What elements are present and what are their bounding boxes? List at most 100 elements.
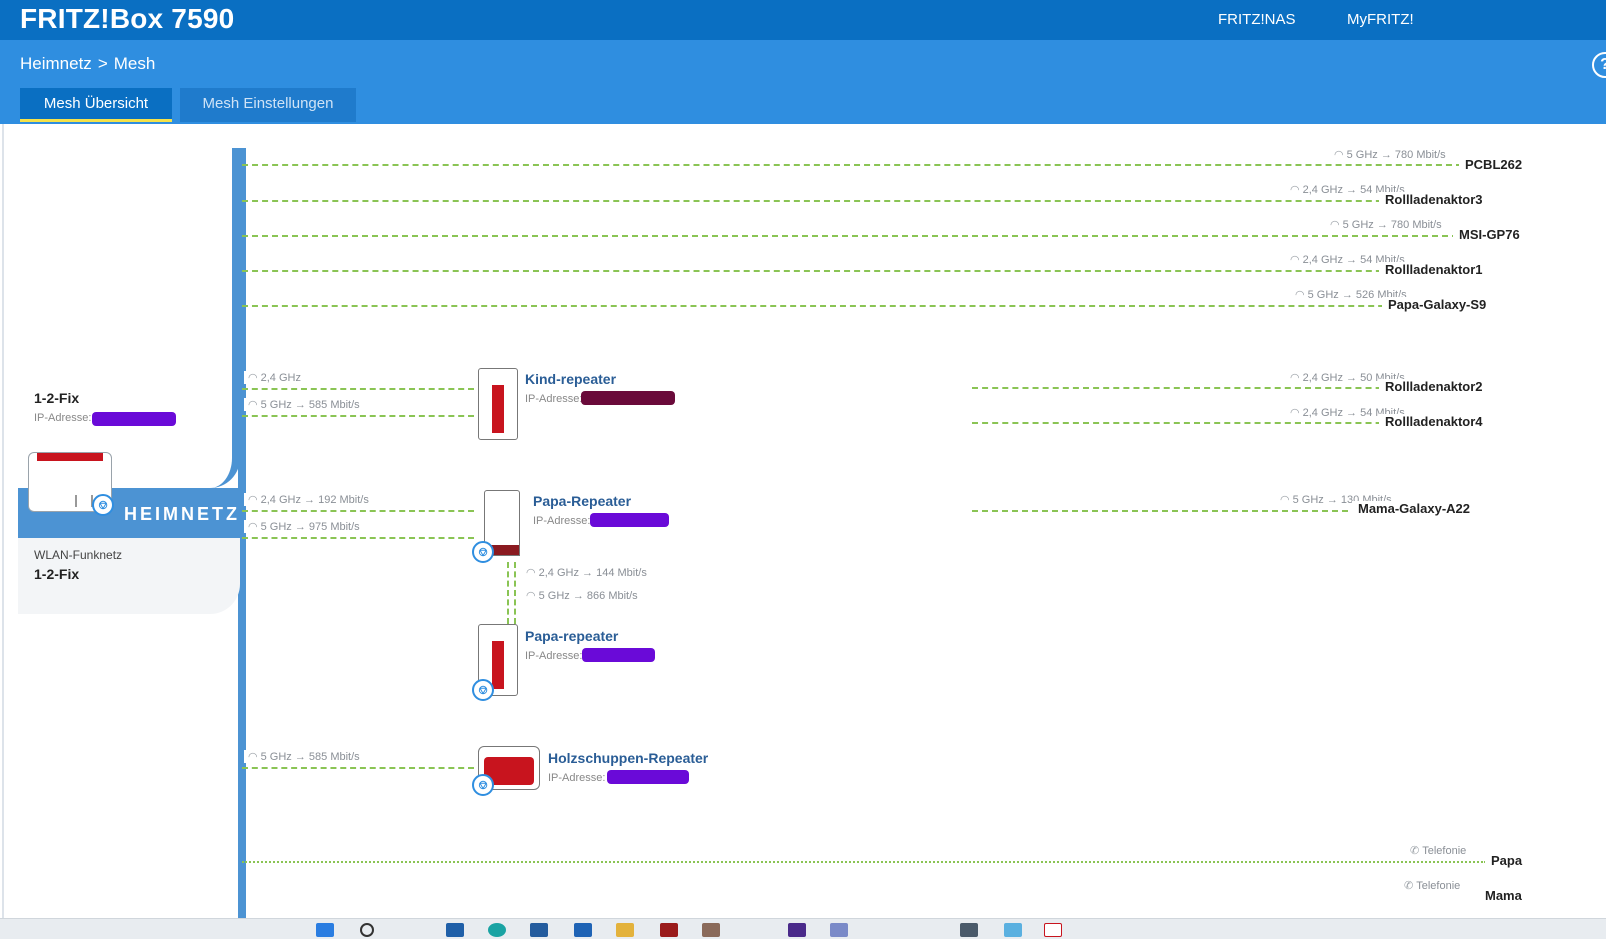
breadcrumb-heimnetz[interactable]: Heimnetz (20, 54, 92, 73)
phone-papa[interactable]: Papa (1485, 853, 1523, 868)
edge-icon[interactable] (488, 923, 506, 937)
uplink-speed: ◠ 5 GHz → 975 Mbit/s (244, 520, 364, 533)
wifi-icon: ◠ (526, 590, 536, 602)
outlook-icon[interactable] (574, 923, 592, 937)
client-msi-gp76[interactable]: MSI-GP76 (1453, 227, 1520, 242)
app-icon[interactable] (830, 923, 848, 937)
repeater-ip-label: IP-Adresse: (525, 393, 583, 405)
link-line (242, 235, 1458, 237)
repeater-papa2-name[interactable]: Papa-repeater (525, 628, 618, 644)
wifi-icon: ◠ (1330, 219, 1340, 231)
repeater-red-panel (492, 385, 504, 433)
wlan-label: WLAN-Funknetz (34, 548, 123, 562)
wifi-icon: ◠ (248, 399, 258, 411)
uplink-speed: ◠ 2,4 GHz → 144 Mbit/s (522, 566, 651, 579)
folder-icon[interactable] (616, 923, 634, 937)
taskview-icon[interactable] (446, 923, 464, 937)
myfritz-link[interactable]: MyFRITZ! (1347, 11, 1414, 28)
app-icon[interactable] (960, 923, 978, 937)
app-icon[interactable] (788, 923, 806, 937)
phone-icon: ✆ (1404, 880, 1414, 892)
wifi-icon: ◠ (1295, 289, 1305, 301)
link-line (242, 164, 1462, 166)
phone-icon: ✆ (1410, 845, 1420, 857)
router-name[interactable]: 1-2-Fix (34, 390, 79, 406)
client-pcbl262[interactable]: PCBL262 (1459, 157, 1523, 172)
phone-mama[interactable]: Mama (1479, 888, 1522, 902)
router-ip-label: IP-Adresse: (34, 412, 92, 424)
page: FRITZ!Box 7590 FRITZ!NAS MyFRITZ! Heimne… (0, 0, 1606, 939)
repeater-ip-label: IP-Adresse: (548, 772, 606, 784)
wifi-icon: ◠ (248, 372, 258, 384)
sub-header: Heimnetz > Mesh ? Mesh Übersicht Mesh Eins… (0, 40, 1606, 124)
link-line (242, 767, 474, 769)
link-line (514, 562, 516, 624)
link-line (242, 305, 1424, 307)
top-bar: FRITZ!Box 7590 FRITZ!NAS MyFRITZ! (0, 0, 1606, 40)
os-taskbar (0, 918, 1606, 939)
link-line (972, 422, 1422, 424)
tab-mesh-einstellungen[interactable]: Mesh Einstellungen (180, 88, 356, 122)
repeater-red-panel (492, 641, 504, 689)
wifi-icon: ◠ (248, 494, 258, 506)
uplink-speed: ◠ 5 GHz → 866 Mbit/s (522, 589, 642, 602)
link-line (972, 387, 1422, 389)
app-icon[interactable] (1044, 923, 1062, 937)
telephony-label: ✆ Telefonie (1406, 844, 1471, 857)
mesh-icon: ⎊ (92, 494, 114, 516)
redacted-ip (607, 770, 689, 784)
search-icon[interactable] (360, 923, 374, 937)
wifi-icon: ◠ (1290, 372, 1300, 384)
client-rollladenaktor4[interactable]: Rollladenaktor4 (1379, 414, 1483, 429)
mesh-icon: ⎊ (472, 541, 494, 563)
telephony-label: ✆ Telefonie (1400, 879, 1465, 892)
wifi-icon: ◠ (526, 567, 536, 579)
breadcrumb: Heimnetz > Mesh (20, 54, 155, 74)
app-icon[interactable] (660, 923, 678, 937)
router-vents (75, 495, 93, 507)
wifi-icon: ◠ (248, 521, 258, 533)
redacted-ip (581, 391, 675, 405)
wifi-icon: ◠ (1290, 407, 1300, 419)
client-rollladenaktor3[interactable]: Rollladenaktor3 (1379, 192, 1483, 207)
chevron-right-icon: > (97, 54, 108, 73)
link-line (242, 270, 1422, 272)
start-icon[interactable] (316, 923, 334, 937)
repeater-holzschuppen-name[interactable]: Holzschuppen-Repeater (548, 750, 708, 766)
help-icon[interactable]: ? (1592, 52, 1606, 78)
client-rollladenaktor2[interactable]: Rollladenaktor2 (1379, 379, 1483, 394)
breadcrumb-mesh: Mesh (113, 54, 156, 73)
app-icon[interactable] (530, 923, 548, 937)
fritz-nas-link[interactable]: FRITZ!NAS (1218, 11, 1296, 28)
router-red-stripe (37, 453, 103, 461)
link-line (972, 510, 1408, 512)
product-title: FRITZ!Box 7590 (20, 3, 235, 34)
mesh-icon: ⎊ (472, 774, 494, 796)
repeater-ip-label: IP-Adresse: (525, 650, 583, 662)
mesh-icon: ⎊ (472, 679, 494, 701)
app-icon[interactable] (1004, 923, 1022, 937)
link-speed: ◠ 5 GHz → 780 Mbit/s (1326, 218, 1446, 231)
link-line (242, 510, 474, 512)
client-mama-galaxy-a22[interactable]: Mama-Galaxy-A22 (1352, 501, 1470, 516)
link-speed: ◠ 5 GHz → 780 Mbit/s (1330, 148, 1450, 161)
heimnetz-panel-border (18, 148, 240, 488)
link-line (242, 537, 474, 539)
repeater-papa-name[interactable]: Papa-Repeater (533, 493, 631, 509)
redacted-ip (582, 648, 655, 662)
redacted-ip (590, 513, 669, 527)
client-papa-galaxy-s9[interactable]: Papa-Galaxy-S9 (1382, 297, 1487, 312)
link-line (242, 200, 1422, 202)
wifi-icon: ◠ (1290, 254, 1300, 266)
uplink-speed: ◠ 2,4 GHz (244, 371, 305, 384)
uplink-speed: ◠ 2,4 GHz → 192 Mbit/s (244, 493, 373, 506)
link-line (242, 861, 1486, 863)
wifi-icon: ◠ (1290, 184, 1300, 196)
tab-mesh-uebersicht[interactable]: Mesh Übersicht (20, 88, 172, 122)
wifi-icon: ◠ (248, 751, 258, 763)
repeater-device-icon[interactable] (478, 368, 518, 440)
client-rollladenaktor1[interactable]: Rollladenaktor1 (1379, 262, 1483, 277)
app-icon[interactable] (702, 923, 720, 937)
wlan-name: 1-2-Fix (34, 566, 80, 582)
repeater-kind-name[interactable]: Kind-repeater (525, 371, 616, 387)
